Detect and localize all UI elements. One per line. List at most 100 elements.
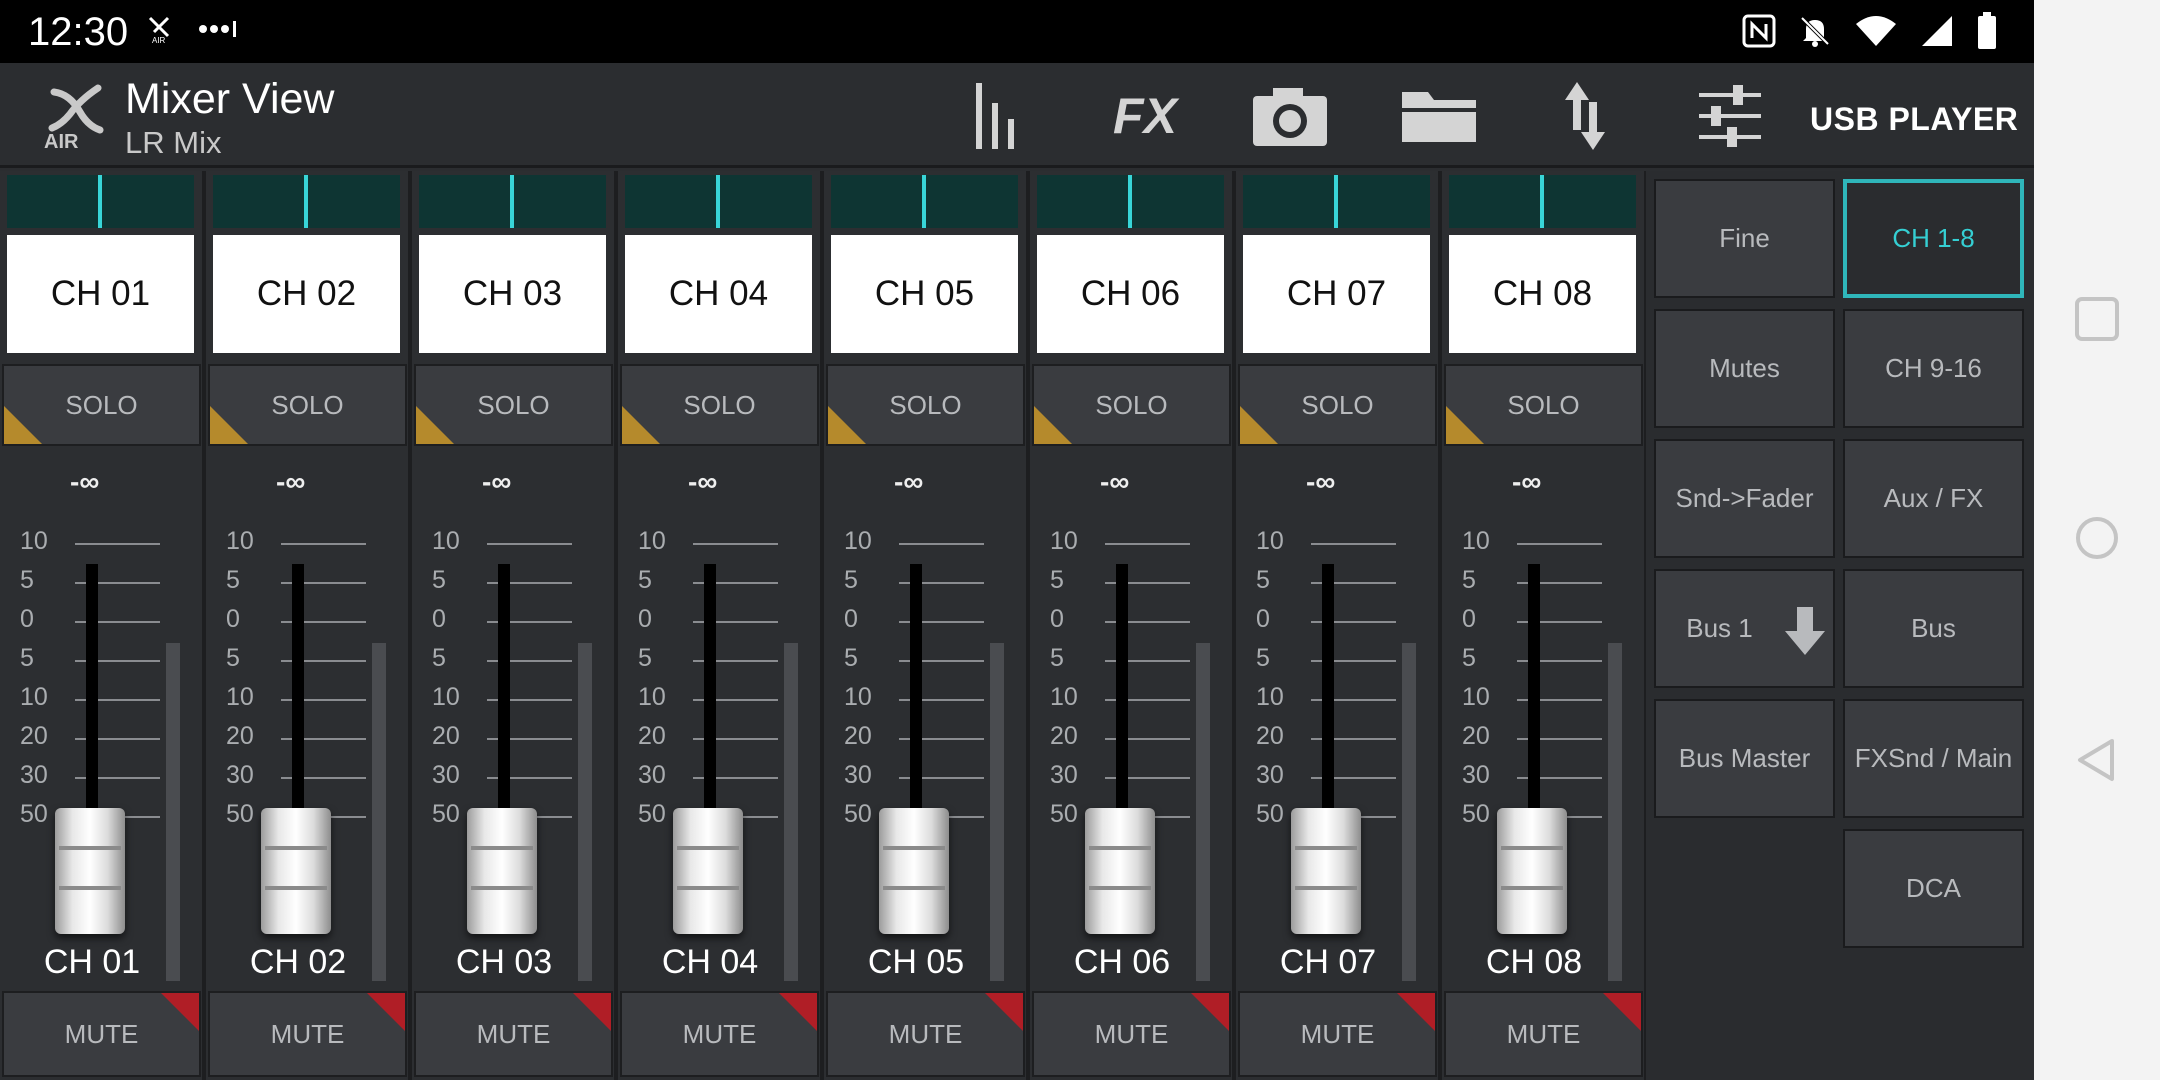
solo-button[interactable]: SOLO xyxy=(1238,364,1437,446)
solo-button[interactable]: SOLO xyxy=(620,364,819,446)
channel-label: CH 02 xyxy=(249,943,347,981)
channel-scribble-strip[interactable]: CH 07 xyxy=(1243,235,1430,353)
recent-apps-button[interactable] xyxy=(2074,296,2120,347)
channel-scribble-strip[interactable]: CH 01 xyxy=(7,235,194,353)
fader-knob[interactable] xyxy=(673,808,743,934)
side-button-fxsnd-main[interactable]: FXSnd / Main xyxy=(1843,699,2024,818)
mute-button[interactable]: MUTE xyxy=(1238,991,1437,1077)
solo-button[interactable]: SOLO xyxy=(2,364,201,446)
side-button-ch-1-8[interactable]: CH 1-8 xyxy=(1843,179,2024,298)
fader-knob[interactable] xyxy=(261,808,331,934)
scale-label: 10 xyxy=(20,683,48,711)
mute-button[interactable]: MUTE xyxy=(1444,991,1643,1077)
side-button-label: CH 1-8 xyxy=(1892,223,1975,253)
mute-label: MUTE xyxy=(1300,1018,1375,1049)
solo-button[interactable]: SOLO xyxy=(826,364,1025,446)
fader-knob[interactable] xyxy=(1497,808,1567,934)
mute-button[interactable]: MUTE xyxy=(208,991,407,1077)
folder-button[interactable] xyxy=(1395,81,1485,151)
solo-indicator xyxy=(210,406,248,444)
pan-control[interactable] xyxy=(625,175,812,228)
fader-track[interactable] xyxy=(1528,564,1540,824)
side-button-bus[interactable]: Bus xyxy=(1843,569,2024,688)
fader-level-readout: -∞ xyxy=(70,466,100,497)
scale-label: 0 xyxy=(226,605,240,633)
scale-label: 20 xyxy=(20,722,48,750)
fader-knob[interactable] xyxy=(879,808,949,934)
solo-label: SOLO xyxy=(271,389,344,420)
scale-label: 5 xyxy=(1462,644,1476,672)
side-button-mutes[interactable]: Mutes xyxy=(1654,309,1835,428)
solo-button[interactable]: SOLO xyxy=(208,364,407,446)
scale-label: 30 xyxy=(226,761,254,789)
side-button-dca[interactable]: DCA xyxy=(1843,829,2024,948)
scale-tick: 30 xyxy=(1256,761,1396,789)
mute-button[interactable]: MUTE xyxy=(826,991,1025,1077)
eq-settings-button[interactable] xyxy=(1695,81,1765,151)
mute-button[interactable]: MUTE xyxy=(620,991,819,1077)
scale-tick: 10 xyxy=(432,527,572,555)
pan-control[interactable] xyxy=(1449,175,1636,228)
solo-button[interactable]: SOLO xyxy=(1032,364,1231,446)
fader-track[interactable] xyxy=(1116,564,1128,824)
snapshot-button[interactable] xyxy=(1250,81,1330,151)
scale-tick: 10 xyxy=(1256,683,1396,711)
scale-label: 30 xyxy=(20,761,48,789)
pan-control[interactable] xyxy=(1037,175,1224,228)
fader-level-readout: -∞ xyxy=(1100,466,1130,497)
pan-control[interactable] xyxy=(7,175,194,228)
fader-track[interactable] xyxy=(1322,564,1334,824)
fader-track[interactable] xyxy=(86,564,98,824)
pan-control[interactable] xyxy=(419,175,606,228)
mute-indicator xyxy=(1603,993,1641,1031)
fader-knob[interactable] xyxy=(55,808,125,934)
pan-control[interactable] xyxy=(831,175,1018,228)
side-button-fine[interactable]: Fine xyxy=(1654,179,1835,298)
side-button-bus-1[interactable]: Bus 1 xyxy=(1654,569,1835,688)
sync-button[interactable] xyxy=(1560,81,1610,151)
fader-knob[interactable] xyxy=(1291,808,1361,934)
pan-control[interactable] xyxy=(213,175,400,228)
channel-label: CH 05 xyxy=(867,943,965,981)
pan-marker xyxy=(716,175,720,228)
pan-control[interactable] xyxy=(1243,175,1430,228)
sync-arrows-icon xyxy=(1565,82,1605,150)
home-button[interactable] xyxy=(2074,515,2120,566)
fader-track[interactable] xyxy=(704,564,716,824)
side-button-ch-9-16[interactable]: CH 9-16 xyxy=(1843,309,2024,428)
side-button-snd-fader[interactable]: Snd->Fader xyxy=(1654,439,1835,558)
scale-label: 50 xyxy=(638,800,666,828)
fader-track[interactable] xyxy=(292,564,304,824)
scale-tick: 5 xyxy=(1462,644,1602,672)
side-button-bus-master[interactable]: Bus Master xyxy=(1654,699,1835,818)
scale-tick: 20 xyxy=(432,722,572,750)
channel-scribble-strip[interactable]: CH 03 xyxy=(419,235,606,353)
channel-scribble-strip[interactable]: CH 06 xyxy=(1037,235,1224,353)
channel-scribble-strip[interactable]: CH 04 xyxy=(625,235,812,353)
channel-scribble-strip[interactable]: CH 08 xyxy=(1449,235,1636,353)
solo-label: SOLO xyxy=(477,389,550,420)
mute-button[interactable]: MUTE xyxy=(2,991,201,1077)
mute-label: MUTE xyxy=(888,1018,963,1049)
channel-scribble-strip[interactable]: CH 02 xyxy=(213,235,400,353)
mute-button[interactable]: MUTE xyxy=(414,991,613,1077)
scale-tick: 10 xyxy=(638,683,778,711)
solo-label: SOLO xyxy=(1301,389,1374,420)
back-button[interactable] xyxy=(2074,737,2120,788)
solo-label: SOLO xyxy=(1095,389,1168,420)
fader-track[interactable] xyxy=(498,564,510,824)
solo-button[interactable]: SOLO xyxy=(414,364,613,446)
meters-button[interactable] xyxy=(965,81,1025,151)
solo-button[interactable]: SOLO xyxy=(1444,364,1643,446)
fader-knob[interactable] xyxy=(1085,808,1155,934)
eq-sliders-icon xyxy=(1699,85,1761,147)
fader-knob[interactable] xyxy=(467,808,537,934)
scale-label: 10 xyxy=(20,527,48,555)
signal-dots-icon xyxy=(199,21,236,37)
fx-button[interactable]: FX xyxy=(1105,81,1185,151)
usb-player-button[interactable]: USB PLAYER xyxy=(1810,101,2018,138)
mute-button[interactable]: MUTE xyxy=(1032,991,1231,1077)
side-button-aux-fx[interactable]: Aux / FX xyxy=(1843,439,2024,558)
fader-track[interactable] xyxy=(910,564,922,824)
channel-scribble-strip[interactable]: CH 05 xyxy=(831,235,1018,353)
